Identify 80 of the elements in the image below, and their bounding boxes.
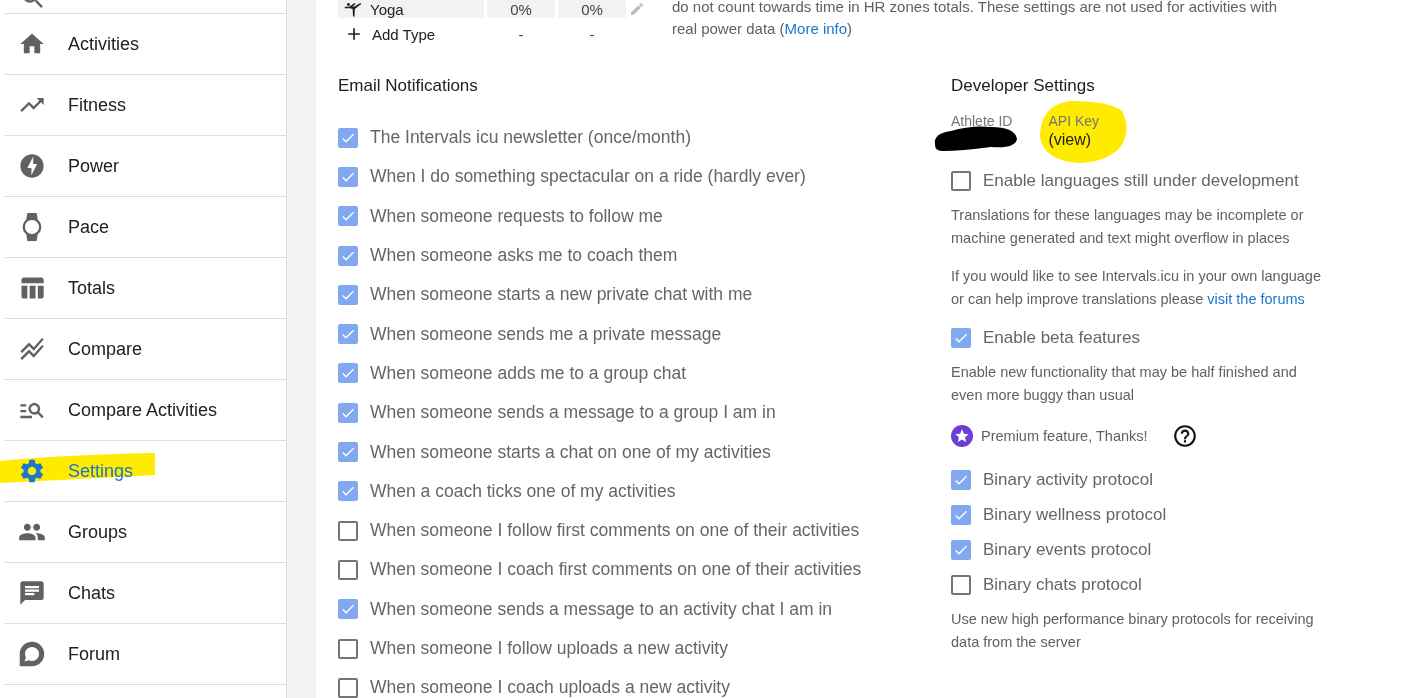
- bolt-icon: [18, 152, 46, 180]
- sport-name: Add Type: [372, 25, 436, 43]
- sidebar-item[interactable]: Fitness: [5, 75, 286, 136]
- checkbox-label: The Intervals icu newsletter (once/month): [370, 127, 691, 149]
- checkbox[interactable]: [951, 504, 971, 525]
- checkbox[interactable]: [951, 327, 971, 348]
- checkbox-label: Binary chats protocol: [983, 574, 1142, 595]
- sidebar-item[interactable]: Chats: [5, 563, 286, 624]
- checkbox[interactable]: [338, 284, 358, 305]
- sidebar-item[interactable]: Compare Activities: [5, 380, 286, 441]
- checkbox[interactable]: [951, 574, 971, 595]
- sidebar-item[interactable]: Forum: [5, 624, 286, 685]
- checkbox-label: When someone sends a message to a group I am in: [370, 402, 776, 424]
- table-cell-text: -: [517, 24, 525, 45]
- checkbox[interactable]: [338, 559, 358, 580]
- checkbox-label: When someone I follow uploads a new activity: [370, 638, 728, 659]
- checkbox[interactable]: [951, 539, 971, 560]
- table-cell: 0%: [487, 0, 555, 18]
- sidebar-item[interactable]: Power: [5, 136, 286, 197]
- sidebar-item[interactable]: Activities: [5, 14, 286, 75]
- description-text: Translations for these languages may be incomplete or machine generated and text might overflow in places: [951, 206, 1305, 248]
- checkbox[interactable]: [951, 170, 971, 191]
- checkbox-label: When I do something spectacular on a ride (hardly ever): [370, 166, 806, 188]
- checkbox[interactable]: [338, 363, 358, 384]
- checkbox[interactable]: [338, 324, 358, 345]
- checkbox-label: When someone adds me to a group chat: [370, 362, 687, 384]
- checkbox[interactable]: [338, 520, 358, 541]
- speech-bubble-icon: [18, 640, 46, 668]
- checkbox-label: Enable languages still under development: [983, 170, 1299, 191]
- checkbox[interactable]: [338, 402, 358, 423]
- forums-link[interactable]: visit the forums: [1207, 290, 1305, 307]
- checkbox-label: When someone requests to follow me: [370, 205, 663, 227]
- description-text: Use new high performance binary protocols for receiving data from the server: [951, 610, 1315, 652]
- checkbox[interactable]: [338, 638, 358, 659]
- sport-name: Yoga: [370, 0, 404, 18]
- checkbox-label: When someone sends me a private message: [370, 323, 722, 345]
- checkbox[interactable]: [338, 166, 358, 187]
- api-key-link[interactable]: (view): [1048, 131, 1100, 149]
- description-text: If you would like to see Intervals.icu in your own language or can help improve translations please visit the forums: [951, 267, 1321, 309]
- checkbox-label: When a coach ticks one of my activities: [370, 480, 676, 502]
- checkbox[interactable]: [338, 442, 358, 462]
- section-title: Email Notifications: [338, 76, 479, 97]
- settings-icon: [18, 457, 46, 485]
- premium-text: Premium feature, Thanks!: [981, 428, 1148, 444]
- checkbox-label: Binary activity protocol: [983, 469, 1154, 490]
- pencil-icon[interactable]: [629, 1, 645, 17]
- checkbox[interactable]: [951, 469, 971, 490]
- sidebar-item[interactable]: Compare: [5, 319, 286, 380]
- checkbox-label: When someone sends a message to an activity chat I am in: [370, 598, 833, 620]
- checkbox-label: When someone I coach first comments on one of their activities: [370, 559, 862, 581]
- checkbox[interactable]: [338, 677, 358, 698]
- checkbox-label: When someone starts a chat on one of my activities: [370, 441, 771, 463]
- checkbox[interactable]: [338, 206, 358, 227]
- line-chart-icon: [18, 335, 46, 363]
- description-text: Enable new functionality that may be half finished and even more buggy than usual: [951, 363, 1298, 405]
- figure-icon: [344, 0, 362, 18]
- help-icon[interactable]: [1171, 423, 1198, 449]
- checkbox-label: When someone I follow first comments on one of their activities: [370, 520, 860, 542]
- checkbox[interactable]: [338, 245, 358, 266]
- field-label: Athlete ID: [951, 113, 1013, 129]
- sidebar-item[interactable]: Groups: [5, 502, 286, 563]
- checkbox-label: Binary wellness protocol: [983, 504, 1167, 525]
- table-cell: 0%: [558, 0, 626, 18]
- checkbox-label: Binary events protocol: [983, 539, 1152, 560]
- checkbox[interactable]: [338, 481, 358, 502]
- checkbox-label: When someone starts a new private chat with me: [370, 284, 753, 306]
- checkbox-label: When someone I coach uploads a new activity: [370, 677, 730, 698]
- more-info-link[interactable]: More info: [784, 20, 848, 37]
- sidebar-item[interactable]: Totals: [5, 258, 286, 319]
- checkbox-label: When someone asks me to coach them: [370, 245, 678, 267]
- sidebar-item[interactable]: Settings: [5, 441, 286, 502]
- note-text: do not count towards time in HR zones totals. These settings are not used for activities with real power data (More info): [672, 0, 1279, 39]
- checkbox[interactable]: [338, 599, 358, 620]
- field-label: API Key: [1048, 113, 1100, 129]
- checkbox-label: Enable beta features: [983, 327, 1140, 348]
- sidebar-item[interactable]: Pace: [5, 197, 286, 258]
- table-cell-text: -: [588, 24, 596, 45]
- chat-icon: [18, 579, 46, 607]
- section-title: Developer Settings: [951, 76, 1096, 97]
- checkbox[interactable]: [338, 127, 358, 148]
